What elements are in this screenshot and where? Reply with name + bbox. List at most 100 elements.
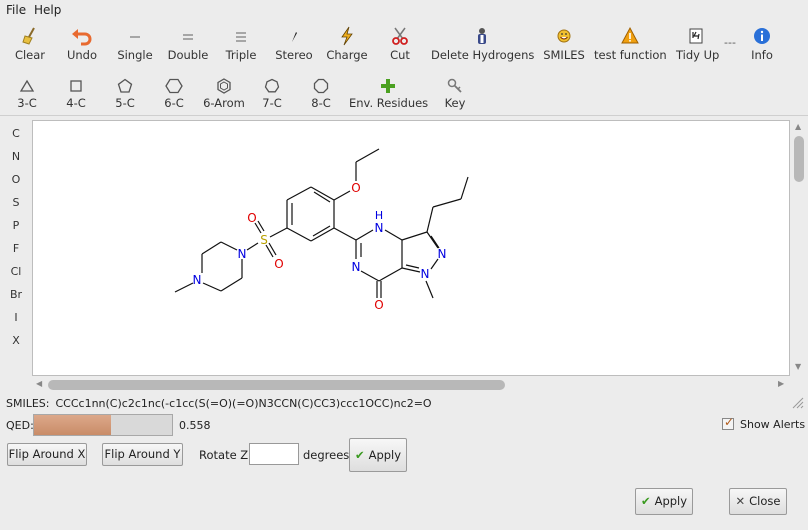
ring-7c-label: 7-C [262,96,282,110]
scroll-up-icon[interactable]: ▲ [795,122,801,131]
smiles-button[interactable]: SMILES [542,26,586,62]
resize-grip-icon[interactable] [792,397,804,409]
flip-x-button[interactable]: Flip Around X [7,443,87,466]
ring-6c-button[interactable]: 6-C [159,78,189,110]
cut-button[interactable]: Cut [386,26,414,62]
ring-6arom-button[interactable]: 6-Arom [201,78,247,110]
rotate-apply-label: Apply [368,448,402,462]
double-label: Double [167,48,209,62]
double-bond-icon [183,34,193,40]
flip-y-button[interactable]: Flip Around Y [102,443,183,466]
show-alerts-checkbox[interactable]: ✓ Show Alerts [722,415,806,431]
ring-toolbar: 3-C 4-C 5-C 6-C 6-Arom 7-C 8-C Env. Resi… [0,68,808,116]
cut-label: Cut [390,48,410,62]
charge-button[interactable]: Charge [326,26,368,62]
menu-help[interactable]: Help [34,3,61,17]
smiles-display: SMILES: CCCc1nn(C)c2c1nc(-c1cc(S(=O)(=O)N… [6,397,432,410]
triple-bond-button[interactable]: Triple [222,26,260,62]
element-f[interactable]: F [0,242,32,255]
info-icon [754,28,770,44]
broom-icon [22,27,35,45]
qed-progress-fill [34,415,111,435]
delete-hydrogens-button[interactable]: Delete Hydrogens [431,26,535,62]
warning-icon [621,26,639,44]
flip-y-label: Flip Around Y [104,447,181,461]
vertical-scrollbar[interactable]: ▲ ▼ [791,120,807,376]
element-br[interactable]: Br [0,288,32,301]
atom-o-carbonyl: O [374,298,383,312]
clear-button[interactable]: Clear [10,26,50,62]
stereo-bond-button[interactable]: Stereo [274,26,314,62]
smiles-label: SMILES: [6,397,50,410]
undo-button[interactable]: Undo [64,26,100,62]
scissors-icon [392,27,408,45]
ring-8c-button[interactable]: 8-C [306,78,336,110]
element-n[interactable]: N [0,150,32,163]
scroll-down-icon[interactable]: ▼ [795,362,801,371]
element-c[interactable]: C [0,127,32,140]
single-bond-button[interactable]: Single [115,26,155,62]
triangle-icon [19,79,35,92]
ring-4c-label: 4-C [66,96,86,110]
undo-label: Undo [66,48,98,62]
tidy-up-button[interactable]: Tidy Up [676,26,720,62]
check-icon: ✔ [354,448,365,462]
ring-5c-label: 5-C [115,96,135,110]
apply-label: Apply [654,494,688,508]
ring-7c-button[interactable]: 7-C [257,78,287,110]
show-alerts-label: Show Alerts [740,418,806,431]
octagon-icon [313,78,329,94]
element-s[interactable]: S [0,196,32,209]
atom-n-pyrazole-1: N [421,267,430,281]
horizontal-scroll-thumb[interactable] [48,380,505,390]
checkbox-icon[interactable]: ✓ [722,415,734,430]
info-button[interactable]: Info [748,26,776,62]
tidy-up-icon [689,28,703,44]
ring-5c-button[interactable]: 5-C [110,78,140,110]
plus-icon [381,79,395,93]
horizontal-scrollbar[interactable]: ◀ ▶ [32,377,790,393]
qed-progress-bar [33,414,173,436]
heptagon-icon [264,78,280,93]
scroll-left-icon[interactable]: ◀ [36,379,42,388]
element-cl[interactable]: Cl [0,265,32,278]
clear-label: Clear [14,48,46,62]
apply-button[interactable]: ✔ Apply [635,488,693,515]
delete-hydrogens-label: Delete Hydrogens [431,48,535,62]
element-x[interactable]: X [0,334,32,347]
element-o[interactable]: O [0,173,32,186]
rotate-z-input[interactable] [249,443,299,465]
smiles-icon [557,29,571,43]
ring-3c-label: 3-C [17,96,37,110]
test-function-button[interactable]: test function [594,26,667,62]
scroll-right-icon[interactable]: ▶ [778,379,784,388]
atom-n-sulfonyl: N [238,247,247,261]
close-button[interactable]: ✕ Close [729,488,787,515]
ring-4c-button[interactable]: 4-C [61,78,91,110]
tidy-up-label: Tidy Up [676,48,720,62]
stereo-bond-icon [292,32,297,42]
env-residues-button[interactable]: Env. Residues [349,78,429,110]
pentagon-icon [117,78,133,93]
undo-icon [72,29,92,46]
rotate-apply-button[interactable]: ✔ Apply [349,438,407,472]
ring-6arom-label: 6-Arom [203,96,245,110]
hexagon-icon [165,78,183,94]
main-toolbar: Clear Undo Single Double Triple Stereo C… [0,20,808,66]
ring-3c-button[interactable]: 3-C [12,78,42,110]
smiles-label: SMILES [543,48,585,62]
charge-icon [341,26,353,46]
stereo-label: Stereo [275,48,313,62]
env-residues-label: Env. Residues [349,96,429,110]
element-p[interactable]: P [0,219,32,232]
square-icon [70,80,82,92]
info-label: Info [751,48,773,62]
key-button[interactable]: Key [441,78,469,110]
menu-file[interactable]: File [6,3,26,17]
double-bond-button[interactable]: Double [166,26,210,62]
element-i[interactable]: I [0,311,32,324]
vertical-scroll-thumb[interactable] [794,136,804,182]
molecule-canvas[interactable]: N N S O O O H N N O N N [32,120,790,376]
ring-8c-label: 8-C [311,96,331,110]
close-icon: ✕ [735,494,746,508]
